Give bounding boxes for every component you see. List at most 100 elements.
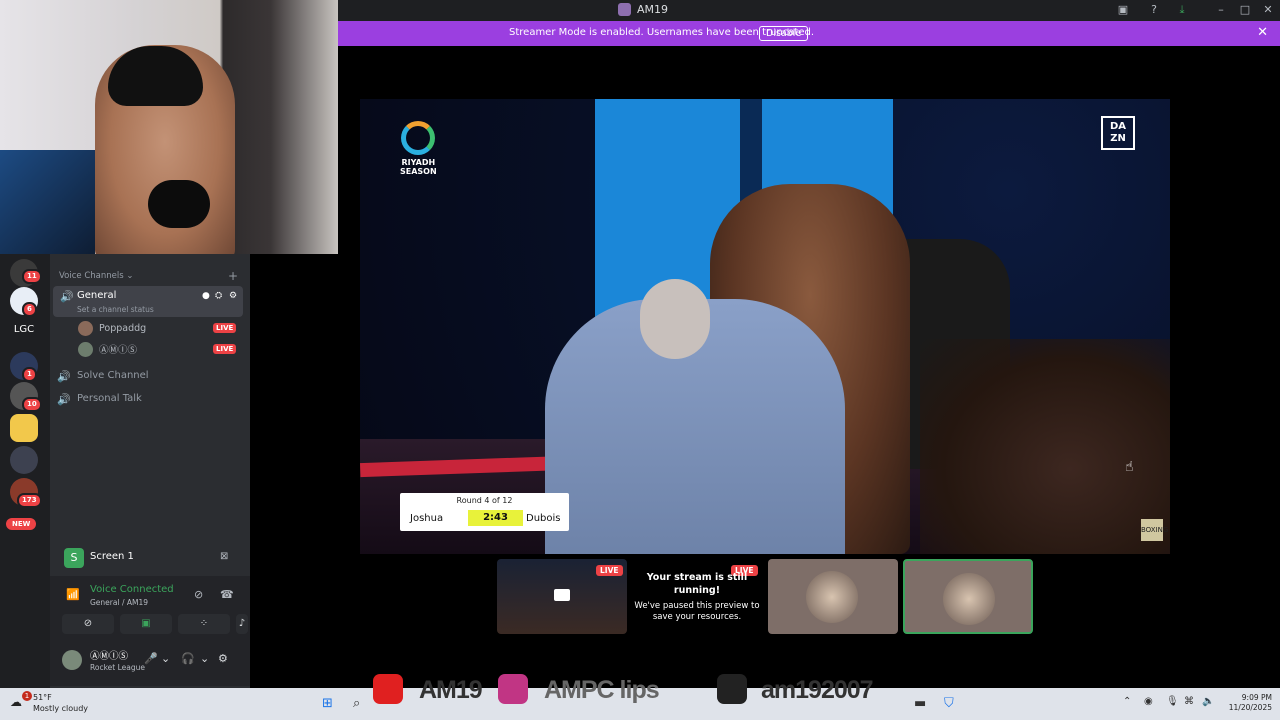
voice-status[interactable]: Voice Connected <box>90 584 174 595</box>
maximize-icon[interactable]: □ <box>1238 3 1252 17</box>
stop-share-icon[interactable]: ⊠ <box>220 551 228 562</box>
tray-app-icon[interactable]: ◉ <box>1144 696 1153 707</box>
dazn-line1: DA <box>1109 121 1127 132</box>
add-channel-icon[interactable]: + <box>228 269 238 283</box>
chevron-down-icon[interactable]: ⌄ <box>200 652 209 665</box>
voice-user-name: ⒶⓂⒾⓈ <box>99 345 138 356</box>
avatar[interactable] <box>62 650 82 670</box>
chevron-down-icon[interactable]: ⌄ <box>161 652 170 665</box>
channel-name: General <box>77 290 117 301</box>
new-pill[interactable]: NEW <box>6 518 37 530</box>
soundboard-button[interactable]: ♪ <box>236 614 248 634</box>
volume-icon[interactable]: 🔈 <box>1202 696 1214 707</box>
webcam-overlay <box>0 0 338 254</box>
close-banner-icon[interactable]: ✕ <box>1257 25 1268 40</box>
avatar <box>943 573 995 625</box>
invite-icon[interactable]: ⛭ <box>215 291 222 301</box>
screen-share-icon <box>554 589 570 601</box>
server-icon[interactable] <box>10 446 38 474</box>
window-title-text: AM19 <box>637 3 669 16</box>
server-badge: 10 <box>22 397 42 412</box>
channel-personal-talk[interactable]: Personal Talk <box>77 393 142 404</box>
inbox-icon[interactable]: ▣ <box>1116 3 1130 17</box>
title-bar: AM19 ▣ ? ⤓ – □ ✕ <box>338 0 1280 21</box>
round-label: Round 4 of 12 <box>456 496 513 505</box>
noise-suppression-icon[interactable]: ⊘ <box>194 588 203 601</box>
disable-button[interactable]: Disable <box>759 26 809 41</box>
voice-channels-label: Voice Channels <box>59 271 124 281</box>
participant-tile[interactable] <box>768 559 898 634</box>
server-badge: 11 <box>22 269 42 284</box>
screen: { "window": {"title": "AM19"}, "banner":… <box>0 0 1280 720</box>
round-clock: 2:43 <box>468 510 523 526</box>
chevron-down-icon: ⌄ <box>126 271 134 281</box>
camera-button[interactable]: ⊘ <box>62 614 114 634</box>
foreground-blur <box>920 339 1170 554</box>
server-badge: 6 <box>22 302 37 317</box>
voice-location[interactable]: General / AM19 <box>90 598 148 607</box>
youtube-icon <box>373 674 403 704</box>
voice-user[interactable]: Poppaddg <box>78 320 146 336</box>
shield-icon[interactable]: ⛉ <box>944 696 954 711</box>
fighter-b: Dubois <box>526 513 561 524</box>
live-badge: LIVE <box>213 344 237 354</box>
gear-icon[interactable]: ⚙ <box>229 291 237 301</box>
server-lgc[interactable]: LGC <box>10 324 38 335</box>
stream-tile-preview[interactable]: LIVE <box>497 559 627 634</box>
chevron-up-icon[interactable]: ⌃ <box>1123 696 1131 707</box>
stream-video[interactable]: RIYADH SEASON DA ZN Round 4 of 12 Joshua… <box>360 99 1170 554</box>
network-icon[interactable]: ⌘ <box>1184 696 1194 707</box>
speaker-icon: 🔊 <box>57 370 71 383</box>
riyadh-season-logo: RIYADH SEASON <box>400 121 437 176</box>
windows-start-icon[interactable]: ⊞ <box>322 696 333 711</box>
webcam-microphone <box>148 180 210 228</box>
screen-share-panel: S Screen 1 ⊠ <box>56 548 246 574</box>
streamer-mode-banner: Streamer Mode is enabled. Usernames have… <box>338 21 1280 46</box>
boxing-channel-icon: BOXING <box>1141 519 1168 541</box>
corner-label: BOXING <box>1141 526 1169 534</box>
stream-tile-paused[interactable]: LIVE Your stream is still running! We've… <box>632 559 762 634</box>
paused-text: We've paused this preview to save your r… <box>634 601 760 622</box>
minimize-icon[interactable]: – <box>1214 3 1228 17</box>
clock[interactable]: 9:09 PM 11/20/2025 <box>1224 693 1272 713</box>
server-badge: 173 <box>17 493 42 508</box>
fighter-a: Joshua <box>410 513 444 524</box>
clock-time: 9:09 PM <box>1241 693 1272 702</box>
headphones-icon[interactable]: 🎧 <box>181 652 195 665</box>
voice-user[interactable]: ⒶⓂⒾⓈ <box>78 341 137 357</box>
signal-icon: 📶 <box>66 588 80 601</box>
account-name: ⒶⓂⒾⓈ <box>90 651 129 662</box>
clock-date: 11/20/2025 <box>1228 703 1272 712</box>
chat-icon[interactable]: ● <box>202 291 210 301</box>
paused-title: Your stream is still running! <box>646 572 748 596</box>
channel-general[interactable]: 🔊 General Set a channel status ● ⛭ ⚙ <box>53 286 243 317</box>
search-icon[interactable]: ⌕ <box>353 696 360 711</box>
share-screen-button[interactable]: ▣ <box>120 614 172 634</box>
logo-line2: SEASON <box>400 167 437 176</box>
mouse-cursor-icon: ☝ <box>1125 459 1134 475</box>
taskbar: ☁ 1 51°F Mostly cloudy ⊞ ⌕ AM19 AMPC lip… <box>0 674 1280 720</box>
app-avatar-icon <box>618 3 631 16</box>
weather-cloud-icon: ☁ <box>10 695 22 709</box>
terminal-icon[interactable]: ▬ <box>914 696 926 711</box>
voice-channels-header[interactable]: Voice Channels ⌄ <box>59 271 133 281</box>
window-title: AM19 <box>618 3 668 16</box>
microphone-icon[interactable]: 🎙 <box>1166 696 1179 707</box>
overlay-tiktok: am192007 <box>761 676 874 704</box>
speaker-icon: 🔊 <box>60 290 74 303</box>
activities-button[interactable]: ⁘ <box>178 614 230 634</box>
channel-solve[interactable]: Solve Channel <box>77 370 149 381</box>
server-icon[interactable] <box>10 414 38 442</box>
help-icon[interactable]: ? <box>1147 3 1161 17</box>
gear-icon[interactable]: ⚙ <box>218 652 228 665</box>
microphone-icon[interactable]: 🎤 <box>144 652 158 665</box>
disconnect-icon[interactable]: ☎ <box>220 588 234 601</box>
close-window-icon[interactable]: ✕ <box>1261 3 1275 17</box>
referee-head <box>640 279 710 359</box>
avatar <box>78 320 93 336</box>
live-badge: LIVE <box>596 565 623 576</box>
channel-status[interactable]: Set a channel status <box>77 305 154 314</box>
avatar <box>78 341 93 357</box>
download-icon[interactable]: ⤓ <box>1175 3 1189 17</box>
participant-tile-active[interactable] <box>903 559 1033 634</box>
